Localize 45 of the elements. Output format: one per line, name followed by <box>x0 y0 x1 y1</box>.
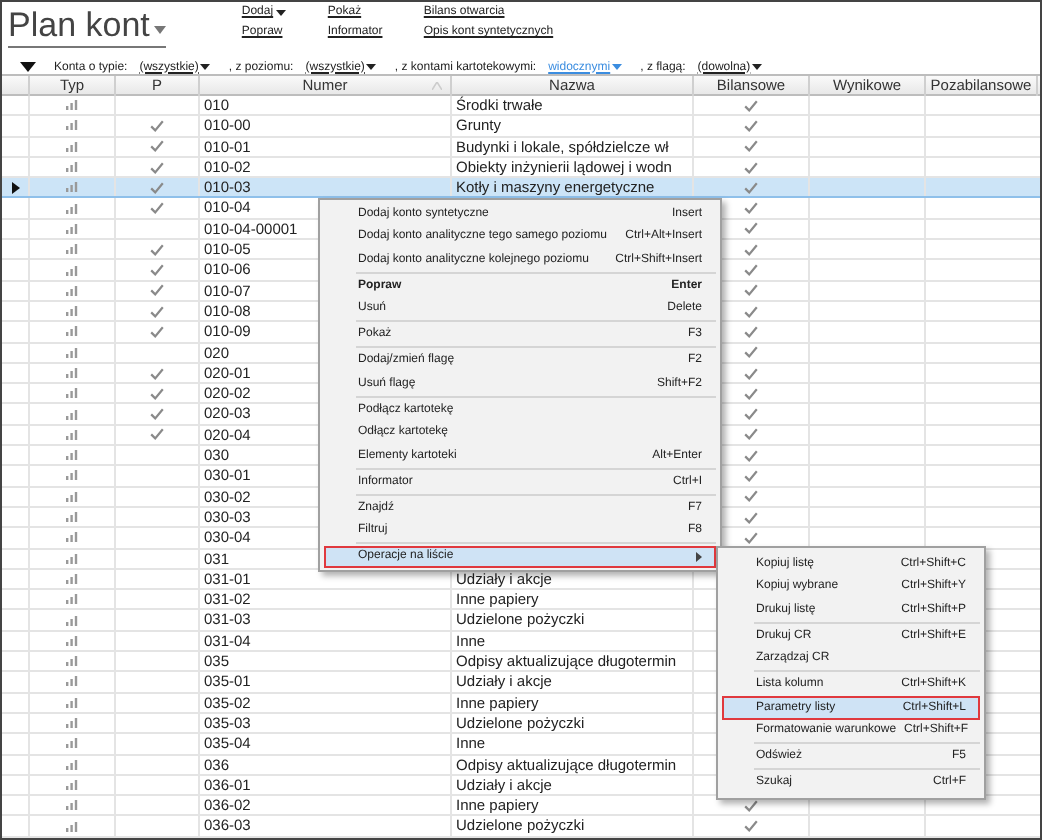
caret-icon <box>153 25 166 33</box>
caret-icon <box>752 64 763 70</box>
bars-icon <box>66 594 78 605</box>
bars-icon <box>66 635 78 646</box>
caret-icon <box>612 64 623 70</box>
bars-icon <box>66 553 78 564</box>
bars-icon <box>66 656 78 667</box>
bars-icon <box>66 100 78 111</box>
row-pointer-icon <box>11 181 19 194</box>
bars-icon <box>66 470 78 481</box>
bars-icon <box>66 388 78 399</box>
bars-icon <box>66 223 78 234</box>
caret-icon <box>200 64 211 70</box>
bars-icon <box>66 141 78 152</box>
bars-icon <box>66 368 78 378</box>
submenu-arrow-icon <box>696 551 702 562</box>
bars-icon <box>66 203 78 214</box>
bars-icon <box>66 573 78 584</box>
bars-icon <box>66 759 78 770</box>
bars-icon <box>66 182 78 193</box>
bars-icon <box>66 718 78 729</box>
bars-icon <box>66 409 78 420</box>
bars-icon <box>66 738 78 749</box>
bars-icon <box>66 347 78 358</box>
bars-icon <box>66 429 78 440</box>
bars-icon <box>66 512 78 523</box>
bars-icon <box>66 697 78 708</box>
caret-icon <box>275 10 286 16</box>
bars-icon <box>66 615 78 626</box>
bars-icon <box>66 532 78 543</box>
bars-icon <box>66 265 78 276</box>
bars-icon <box>66 162 78 173</box>
bars-icon <box>66 120 78 131</box>
caret-icon <box>366 64 377 70</box>
bars-icon <box>66 285 78 296</box>
bars-icon <box>66 779 78 790</box>
bars-icon <box>66 326 78 337</box>
bars-icon <box>66 800 78 811</box>
page-title: Plan kont <box>8 6 150 44</box>
bars-icon <box>66 676 78 687</box>
bars-icon <box>66 306 78 317</box>
bars-icon <box>66 821 78 832</box>
bars-icon <box>66 244 78 255</box>
bars-icon <box>66 450 78 461</box>
bars-icon <box>66 491 78 502</box>
